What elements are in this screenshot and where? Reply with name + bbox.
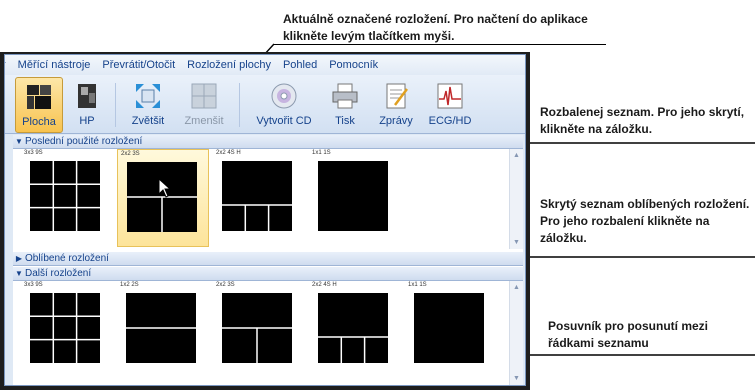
annotation-selected-layout: Aktuálně označené rozložení. Pro načtení…	[283, 12, 588, 43]
layout-preview	[30, 293, 100, 363]
ribbon-separator	[239, 83, 240, 127]
triangle-down-icon: ▼	[15, 269, 23, 278]
layout-preview	[414, 293, 484, 363]
annotation-pointer-expanded	[512, 139, 755, 147]
app-window: r Měřící nástroje Převrátit/Otočit Rozlo…	[4, 54, 526, 386]
layout-preview	[318, 161, 388, 231]
menu-item-partial[interactable]: r	[5, 59, 12, 71]
recent-layouts-list: 3x3 9S 2x2 3S 2x2 4S H 1x1 1S ▲ ▼	[13, 149, 523, 249]
annotation-expanded-list: Rozbalenej seznam. Pro jeho skrytí, klik…	[540, 105, 745, 136]
printer-icon	[332, 83, 358, 109]
zoom-in-label: Zvětšit	[131, 115, 165, 127]
layout-panel: ▼ Poslední použité rozložení 3x3 9S 2x2 3…	[13, 135, 523, 385]
layout-tile-2x2-3s-selected[interactable]: 2x2 3S	[117, 149, 209, 247]
zoom-in-button[interactable]: Zvětšit	[123, 77, 173, 131]
create-cd-button[interactable]: Vytvořit CD	[249, 77, 319, 131]
plocha-label: Plocha	[22, 116, 56, 128]
triangle-right-icon: ▶	[15, 254, 23, 263]
layout-preview	[30, 161, 100, 231]
cursor-arrow-icon	[158, 178, 172, 198]
reports-button[interactable]: Zprávy	[373, 77, 419, 131]
triangle-down-icon: ▼	[15, 137, 23, 146]
tile-label: 1x1 1S	[312, 150, 331, 156]
tile-label: 3x3 9S	[24, 282, 43, 288]
hp-button[interactable]: HP	[67, 77, 107, 131]
menu-item-view[interactable]: Pohled	[277, 59, 323, 71]
layout-tile-2x2-4s-h[interactable]: 2x2 4S H	[213, 149, 303, 245]
menu-item-measure-tools[interactable]: Měřící nástroje	[12, 59, 97, 71]
other-layouts-title: Další rozložení	[25, 268, 92, 279]
annotation-scrollbar: Posuvník pro posunutí mezi řádkami sezna…	[548, 319, 709, 350]
favorite-layouts-header[interactable]: ▶ Oblíbené rozložení	[13, 252, 523, 266]
other-list-scrollbar[interactable]: ▲ ▼	[509, 281, 523, 385]
favorite-layouts-title: Oblíbené rozložení	[25, 253, 109, 264]
recent-layouts-header[interactable]: ▼ Poslední použité rozložení	[13, 135, 523, 149]
tile-label: 1x1 1S	[408, 282, 427, 288]
layout-icon	[27, 85, 51, 109]
zoom-out-icon	[191, 83, 217, 109]
ecg-icon	[437, 83, 463, 109]
layout-tile-2x2-3s[interactable]: 2x2 3S	[213, 281, 303, 377]
layout-preview	[222, 293, 292, 363]
tile-label: 3x3 9S	[24, 150, 43, 156]
annotation-pointer-scroll	[512, 351, 755, 359]
zoom-out-label: Zmenšit	[184, 115, 224, 127]
annotation-line-top	[274, 44, 606, 46]
report-icon	[386, 83, 408, 109]
zoom-in-icon	[136, 84, 160, 108]
tile-label: 2x2 4S H	[312, 282, 337, 288]
scroll-down-icon[interactable]: ▼	[510, 239, 523, 246]
layout-preview	[318, 293, 388, 363]
cd-icon	[271, 83, 297, 109]
print-label: Tisk	[335, 115, 355, 127]
tile-label: 2x2 3S	[121, 151, 140, 157]
ecg-label: ECG/HD	[428, 115, 472, 127]
scroll-up-icon[interactable]: ▲	[510, 284, 523, 291]
tile-label: 2x2 4S H	[216, 150, 241, 156]
reports-label: Zprávy	[379, 115, 413, 127]
print-button[interactable]: Tisk	[325, 77, 365, 131]
hp-label: HP	[79, 115, 95, 127]
tile-label: 1x2 2S	[120, 282, 139, 288]
hp-icon	[78, 84, 96, 108]
menu-item-help[interactable]: Pomocník	[323, 59, 384, 71]
menu-bar: r Měřící nástroje Převrátit/Otočit Rozlo…	[5, 55, 525, 75]
recent-layouts-title: Poslední použité rozložení	[25, 136, 143, 147]
annotation-pointer-hidden	[512, 253, 755, 261]
scroll-up-icon[interactable]: ▲	[510, 152, 523, 159]
other-layouts-header[interactable]: ▼ Další rozložení	[13, 267, 523, 281]
layout-tile-2x2-4s-h[interactable]: 2x2 4S H	[309, 281, 399, 377]
ecg-button[interactable]: ECG/HD	[425, 77, 475, 131]
layout-tile-3x3[interactable]: 3x3 9S	[21, 149, 111, 245]
layout-tile-1x1[interactable]: 1x1 1S	[309, 149, 399, 245]
annotation-hidden-list: Skrytý seznam oblíbených rozložení. Pro …	[540, 197, 750, 245]
ribbon-toolbar: Plocha HP Zvětšit Zmenšit Vytvořit CD Ti…	[5, 75, 525, 134]
other-layouts-list: 3x3 9S 1x2 2S 2x2 3S 2x2 4S H 1x1 1S ▲ ▼	[13, 281, 523, 385]
create-cd-label: Vytvořit CD	[256, 115, 312, 127]
layout-preview	[126, 293, 196, 363]
recent-list-scrollbar[interactable]: ▲ ▼	[509, 149, 523, 249]
layout-tile-3x3[interactable]: 3x3 9S	[21, 281, 111, 377]
layout-tile-1x1[interactable]: 1x1 1S	[405, 281, 495, 377]
plocha-button[interactable]: Plocha	[15, 77, 63, 133]
zoom-out-button[interactable]: Zmenšit	[177, 77, 231, 131]
layout-preview	[222, 161, 292, 231]
layout-tile-1x2[interactable]: 1x2 2S	[117, 281, 207, 377]
menu-item-layout[interactable]: Rozložení plochy	[181, 59, 277, 71]
ribbon-separator	[115, 83, 116, 127]
tile-label: 2x2 3S	[216, 282, 235, 288]
menu-item-flip-rotate[interactable]: Převrátit/Otočit	[96, 59, 181, 71]
scroll-down-icon[interactable]: ▼	[510, 375, 523, 382]
